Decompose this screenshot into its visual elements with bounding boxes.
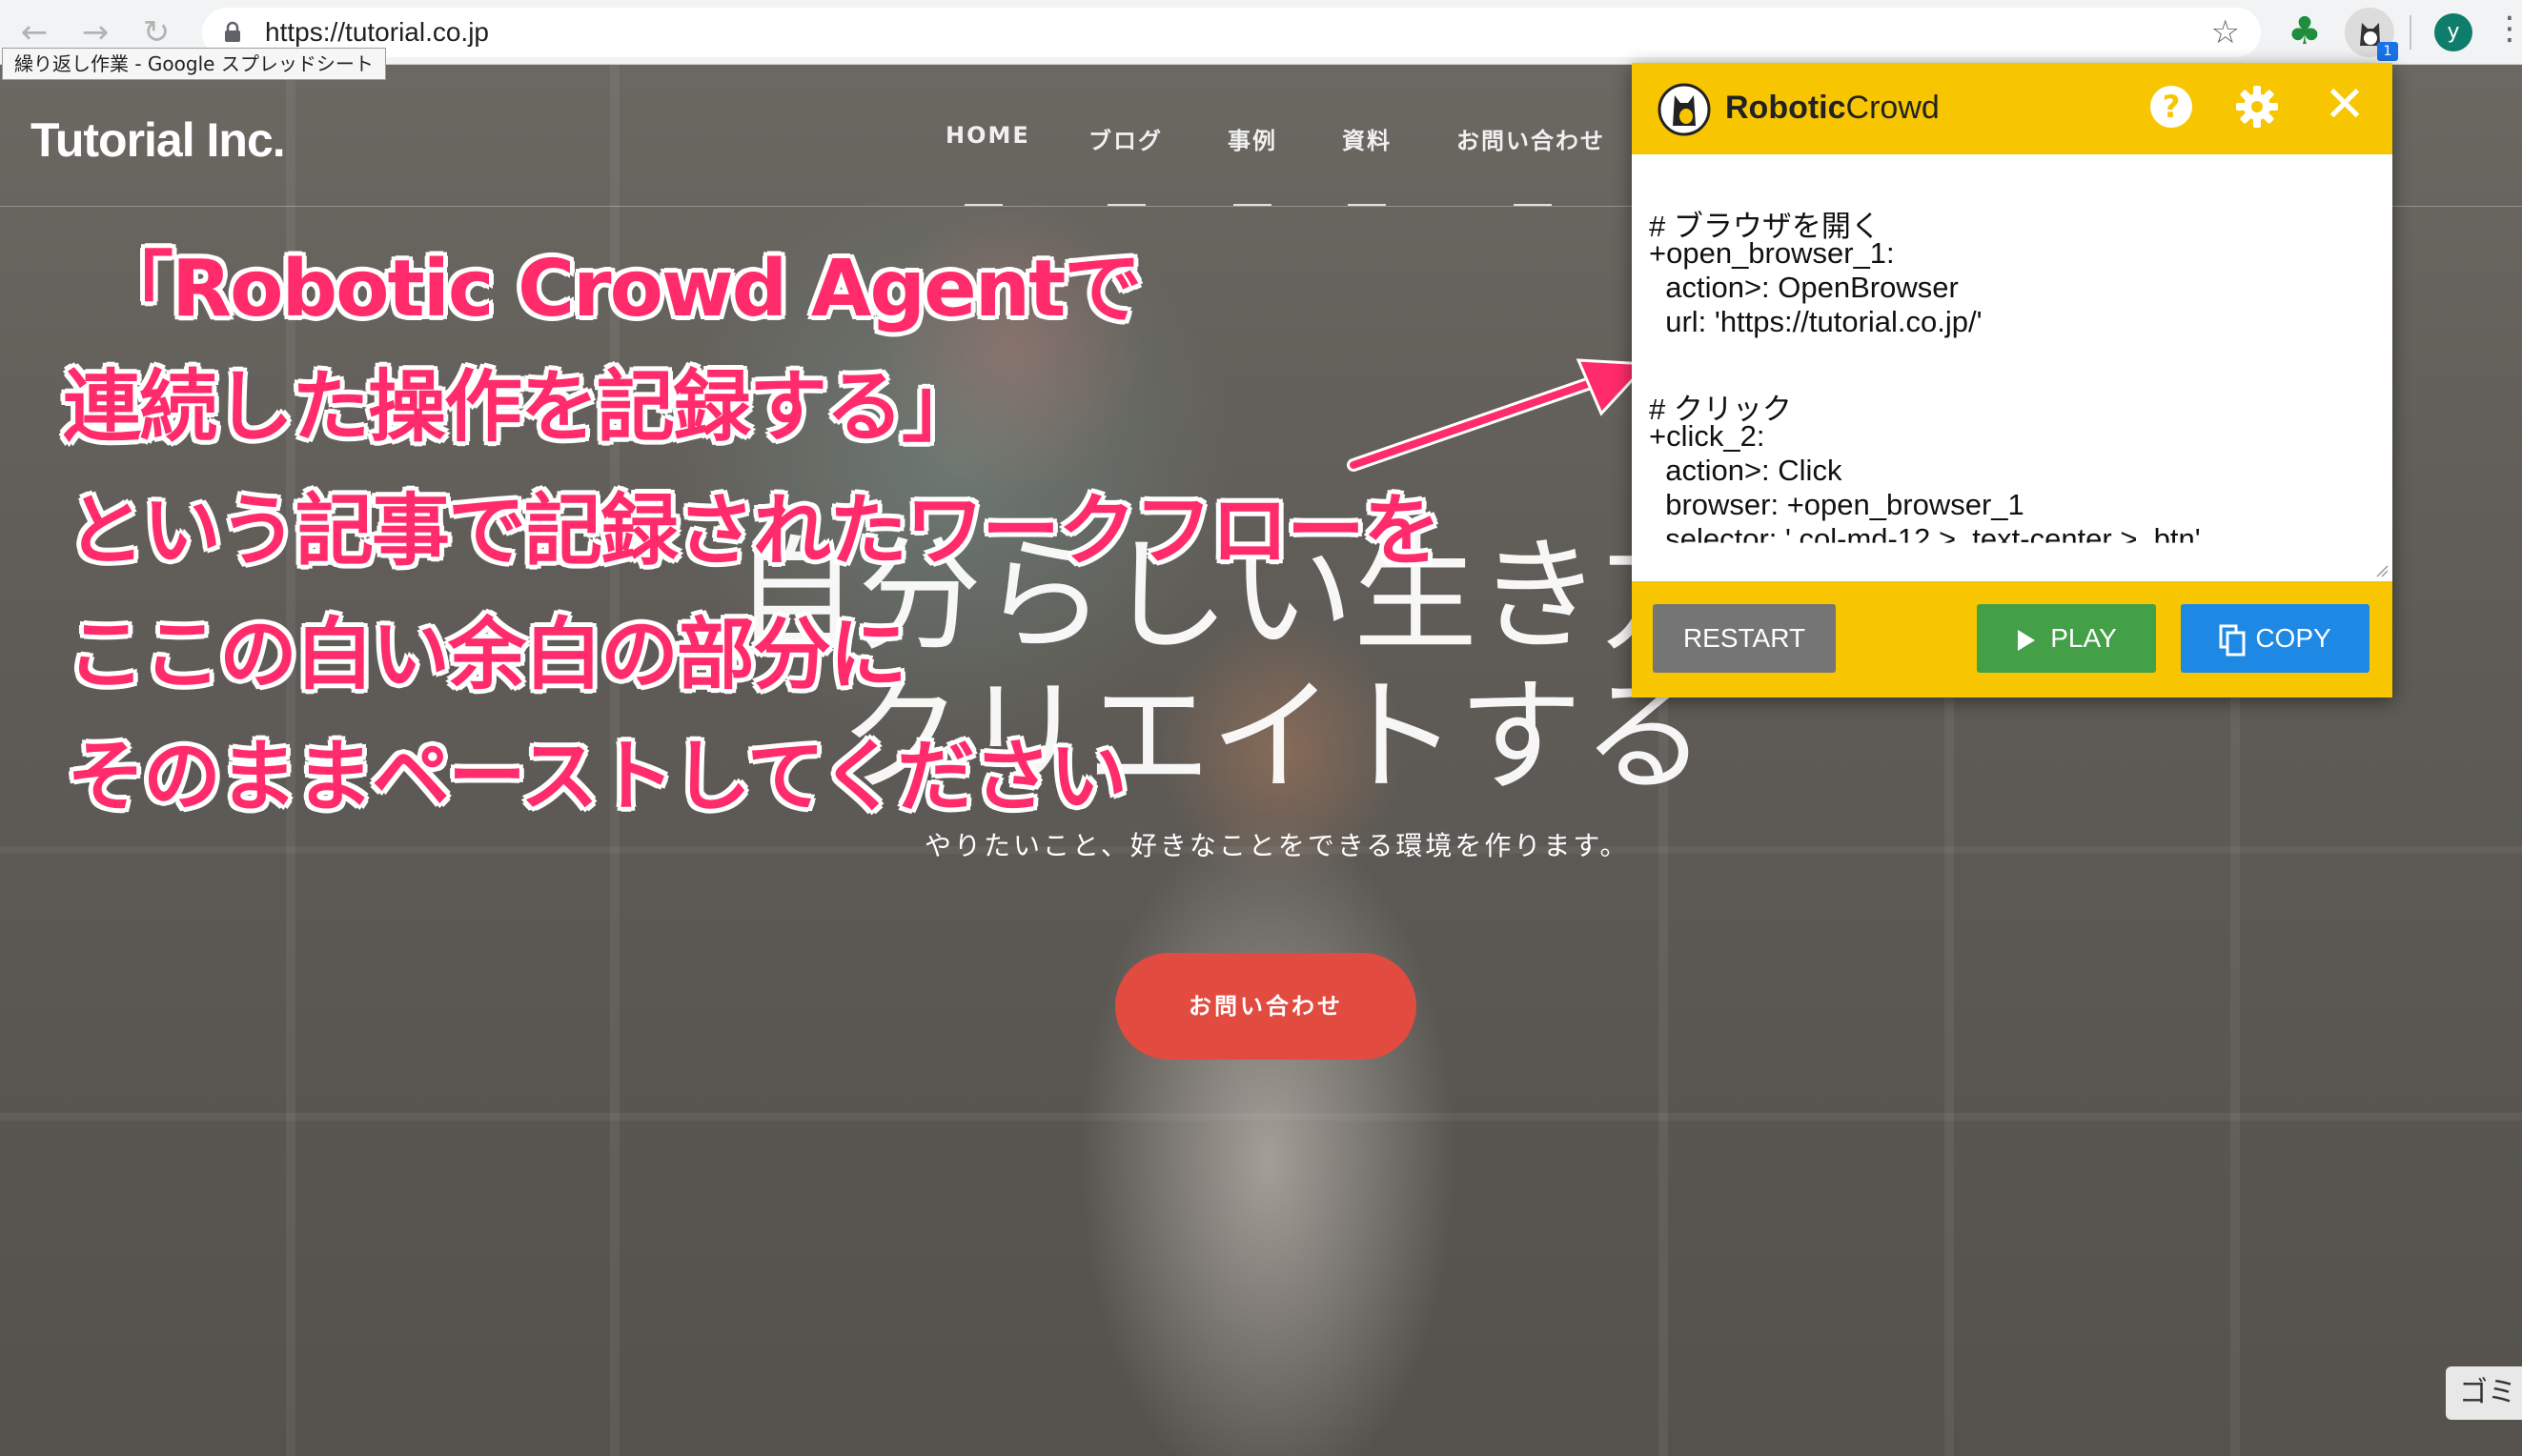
popup-brand: RoboticCrowd bbox=[1725, 90, 1940, 127]
lock-icon bbox=[225, 21, 240, 42]
annotation-line-1: 「Robotic Crowd Agentで bbox=[95, 244, 1142, 334]
robotic-crowd-extension-icon[interactable]: 1 bbox=[2345, 8, 2398, 61]
annotation-line-4: ここの白い余白の部分に bbox=[67, 610, 907, 700]
window-frame-line bbox=[0, 1113, 2522, 1121]
contact-cta-button[interactable]: お問い合わせ bbox=[1115, 953, 1416, 1060]
popup-footer: RESTART PLAY COPY bbox=[1632, 581, 2392, 698]
help-icon[interactable]: ? bbox=[2150, 86, 2192, 128]
extension-badge: 1 bbox=[2377, 42, 2398, 61]
close-icon[interactable]: ✕ bbox=[2318, 78, 2371, 131]
restart-button[interactable]: RESTART bbox=[1653, 604, 1836, 673]
copy-label: COPY bbox=[2255, 623, 2331, 653]
tab-tooltip: 繰り返し作業 - Google スプレッドシート bbox=[2, 48, 386, 80]
gear-icon[interactable] bbox=[2232, 82, 2282, 131]
play-button[interactable]: PLAY bbox=[1977, 604, 2156, 673]
restart-label: RESTART bbox=[1682, 623, 1806, 653]
code-line: +open_browser_1: bbox=[1649, 236, 1895, 270]
code-line: url: 'https://tutorial.co.jp/' bbox=[1649, 305, 1983, 338]
cat-logo-icon bbox=[1658, 83, 1711, 136]
corner-tab[interactable]: ゴミ bbox=[2446, 1366, 2522, 1420]
copy-button[interactable]: COPY bbox=[2181, 604, 2369, 673]
resize-grip-icon[interactable] bbox=[2375, 564, 2389, 577]
menu-dots-icon[interactable]: ⋮ bbox=[2493, 10, 2522, 48]
code-line: browser: +open_browser_1 bbox=[1649, 488, 2024, 521]
code-line: selector: '.col-md-12 > .text-center > .… bbox=[1649, 522, 2201, 556]
code-line: action>: Click bbox=[1649, 454, 1842, 487]
nav-blog[interactable]: ブログ bbox=[1088, 122, 1163, 155]
code-line: action>: OpenBrowser bbox=[1649, 271, 1959, 304]
nav-contact[interactable]: お問い合わせ bbox=[1456, 122, 1605, 155]
tree-extension-icon[interactable]: ♣ bbox=[2288, 10, 2322, 53]
nav-documents[interactable]: 資料 bbox=[1342, 122, 1392, 155]
profile-avatar[interactable]: y bbox=[2434, 13, 2472, 51]
hero-subtitle: やりたいこと、好きなことをできる環境を作ります。 bbox=[925, 830, 1630, 861]
annotation-line-2: 連続した操作を記録する」 bbox=[63, 362, 980, 453]
bookmark-star-icon[interactable]: ☆ bbox=[2211, 13, 2240, 51]
address-bar[interactable]: https://tutorial.co.jp ☆ bbox=[202, 8, 2261, 57]
annotation-arrow bbox=[1347, 358, 1651, 472]
play-icon bbox=[2018, 629, 2036, 651]
annotation-line-5: そのままペーストしてください bbox=[67, 732, 1128, 822]
code-line: +click_2: bbox=[1649, 419, 1765, 453]
copy-icon bbox=[2219, 624, 2246, 657]
brand-light: Crowd bbox=[1845, 90, 1940, 126]
robotic-crowd-popup: RoboticCrowd ? ✕ # ブラウザを開く +open_browser… bbox=[1632, 63, 2392, 698]
brand-bold: Robotic bbox=[1725, 90, 1846, 126]
workflow-code-textarea[interactable]: # ブラウザを開く +open_browser_1: action>: Open… bbox=[1632, 154, 2392, 640]
nav-cases[interactable]: 事例 bbox=[1228, 122, 1277, 155]
popup-header: RoboticCrowd ? ✕ bbox=[1632, 63, 2392, 154]
nav-home[interactable]: HOME bbox=[946, 122, 1030, 149]
site-logo[interactable]: Tutorial Inc. bbox=[31, 112, 286, 168]
toolbar-divider bbox=[2410, 15, 2411, 50]
play-label: PLAY bbox=[2050, 623, 2117, 653]
url-text: https://tutorial.co.jp bbox=[265, 17, 490, 47]
annotation-line-3: という記事で記録されたワークフローを bbox=[67, 486, 1441, 576]
